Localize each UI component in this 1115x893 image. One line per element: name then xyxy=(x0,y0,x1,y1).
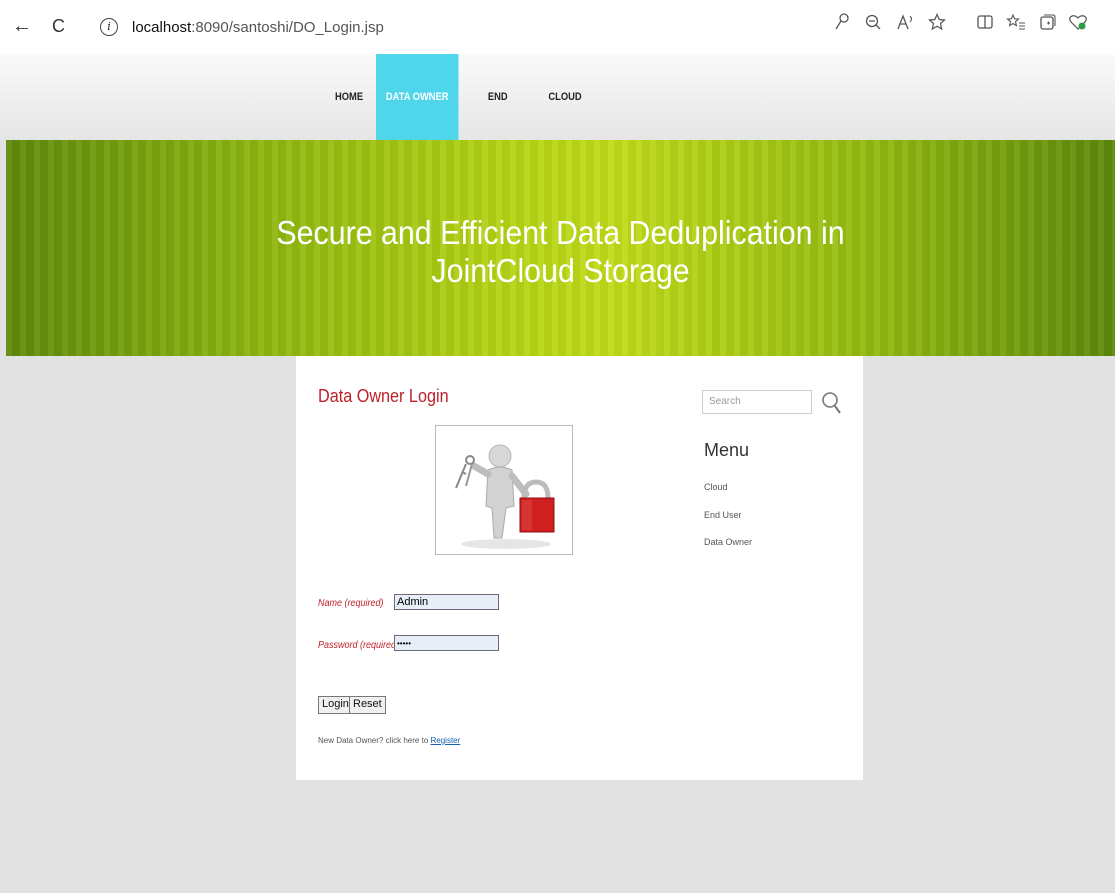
back-arrow-icon[interactable]: ← xyxy=(12,14,32,38)
nav-home[interactable]: HOME xyxy=(335,54,363,140)
url-path: :8090/santoshi/DO_Login.jsp xyxy=(191,18,384,36)
nav-end-user[interactable]: END USER xyxy=(474,54,522,189)
name-label: Name (required) xyxy=(318,598,384,609)
reset-button[interactable]: Reset xyxy=(349,696,386,714)
key-icon[interactable] xyxy=(834,13,850,36)
search-icon[interactable] xyxy=(820,390,842,421)
site-title-line-1: Secure and Efficient Data Deduplication … xyxy=(276,214,845,251)
content-panel: Data Owner Login Name (required) Passwor… xyxy=(296,356,863,780)
refresh-icon[interactable]: C xyxy=(52,14,65,38)
password-label: Password (required) xyxy=(318,640,400,651)
collections-icon[interactable] xyxy=(1038,13,1056,36)
nav-data-owner[interactable]: DATA OWNER xyxy=(376,54,459,140)
menu-item-data-owner[interactable]: Data Owner xyxy=(704,537,752,547)
favorite-star-icon[interactable] xyxy=(928,13,946,36)
nav-cloud[interactable]: CLOUD xyxy=(548,54,582,140)
page-title: Data Owner Login xyxy=(318,386,449,406)
url-host: localhost xyxy=(132,18,192,36)
menu-item-end-user[interactable]: End User xyxy=(704,510,742,520)
menu-item-cloud[interactable]: Cloud xyxy=(704,482,728,492)
header-banner: Secure and Efficient Data Deduplication … xyxy=(6,140,1115,356)
register-link[interactable]: Register xyxy=(431,736,461,745)
login-button[interactable]: Login xyxy=(318,696,353,714)
search-input[interactable]: Search xyxy=(702,390,812,414)
site-title: Secure and Efficient Data Deduplication … xyxy=(50,214,1070,290)
register-prompt-text: New Data Owner? click here to xyxy=(318,736,429,745)
menu-title: Menu xyxy=(704,440,750,460)
favorites-icon[interactable] xyxy=(1006,13,1026,36)
address-bar[interactable]: i localhost:8090/santoshi/DO_Login.jsp xyxy=(90,9,790,45)
register-prompt: New Data Owner? click here to Register xyxy=(318,736,460,745)
site-nav: HOME DATA OWNER END USER CLOUD xyxy=(0,54,1115,189)
browser-toolbar: ← C i localhost:8090/santoshi/DO_Login.j… xyxy=(0,0,1115,54)
site-title-line-2: JointCloud Storage xyxy=(431,252,690,289)
user-with-keys-and-lock-icon xyxy=(455,444,555,549)
browser-essentials-icon[interactable] xyxy=(1068,13,1088,36)
read-aloud-icon[interactable] xyxy=(896,13,916,36)
password-field[interactable] xyxy=(394,635,499,651)
login-illustration xyxy=(435,425,573,555)
split-screen-icon[interactable] xyxy=(976,13,994,36)
site-info-icon[interactable]: i xyxy=(100,18,118,36)
zoom-out-icon[interactable] xyxy=(864,13,882,36)
name-field[interactable] xyxy=(394,594,499,610)
